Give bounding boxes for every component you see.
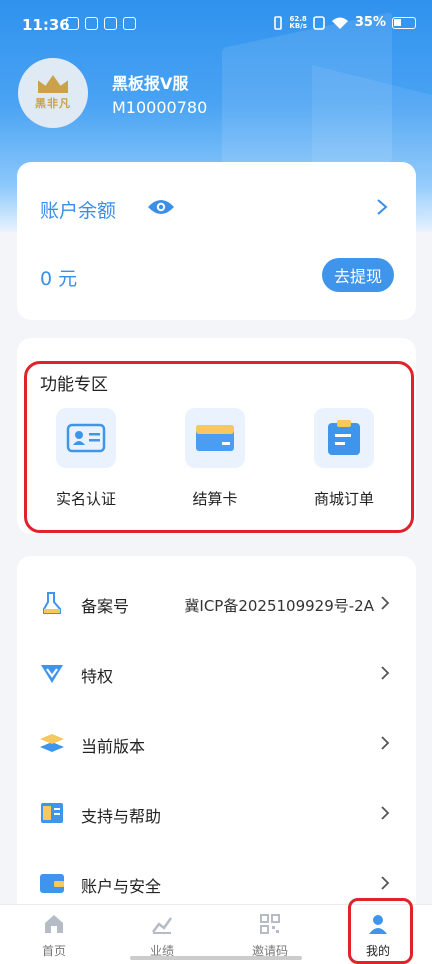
status-right: 62.8 KB/s 35%	[273, 15, 416, 30]
balance-card[interactable]: 账户余额 0 元 去提现	[17, 162, 416, 320]
notification-icon	[66, 17, 79, 30]
network-speed: 62.8 KB/s	[289, 15, 307, 30]
layers-icon	[40, 734, 64, 752]
wifi-icon	[331, 17, 348, 29]
tab-performance[interactable]: 业绩	[108, 913, 216, 959]
menu-label: 当前版本	[81, 737, 146, 756]
user-id: M10000780	[112, 98, 208, 117]
home-icon	[45, 915, 63, 933]
wallet-icon	[40, 874, 64, 893]
menu-label: 账户与安全	[81, 877, 162, 896]
filing-number: 冀ICP备2025109929号-2A	[184, 597, 374, 615]
status-bar: 11:36 62.8 KB/s 35%	[0, 0, 432, 52]
menu-label: 特权	[81, 667, 114, 686]
highlight-box	[348, 898, 413, 964]
eye-icon[interactable]	[147, 198, 175, 216]
qrcode-icon	[260, 914, 280, 934]
notification-icons	[66, 17, 136, 30]
user-name: 黑板报V服	[112, 74, 189, 93]
avatar-logo-text: 黑非凡	[35, 97, 71, 110]
vibrate-icon	[274, 15, 283, 30]
notification-icon	[104, 17, 117, 30]
avatar[interactable]: 黑非凡	[18, 58, 88, 128]
home-indicator	[130, 956, 302, 960]
chart-icon	[152, 917, 173, 934]
status-time: 11:36	[22, 16, 70, 34]
notification-icon	[123, 17, 136, 30]
sim-icon	[313, 15, 325, 30]
tab-label: 首页	[41, 944, 66, 958]
menu-row-help[interactable]: 支持与帮助	[17, 778, 416, 848]
chevron-right-icon	[381, 876, 390, 890]
tab-invite-code[interactable]: 邀请码	[216, 913, 324, 959]
tab-home[interactable]: 首页	[0, 913, 108, 959]
menu-row-privilege[interactable]: 特权	[17, 638, 416, 708]
menu-label: 支持与帮助	[81, 807, 162, 826]
chevron-right-icon	[381, 736, 390, 750]
balance-amount: 0 元	[40, 268, 78, 290]
menu-row-version[interactable]: 当前版本	[17, 708, 416, 778]
privilege-icon	[41, 665, 63, 683]
filing-icon	[43, 592, 61, 614]
speed-unit: KB/s	[289, 21, 307, 30]
battery-percent: 35%	[354, 15, 386, 30]
chevron-right-icon	[381, 806, 390, 820]
crown-logo-icon	[38, 75, 68, 93]
chevron-right-icon	[381, 666, 390, 680]
highlight-box	[24, 361, 414, 533]
menu-card: 备案号 冀ICP备2025109929号-2A 特权 当前版本 支持与帮助 账户…	[17, 556, 416, 916]
chevron-right-icon	[381, 596, 390, 610]
chevron-right-icon[interactable]	[376, 198, 388, 216]
notification-icon	[85, 17, 98, 30]
menu-row-filing[interactable]: 备案号 冀ICP备2025109929号-2A	[17, 568, 416, 638]
battery-icon	[392, 16, 416, 29]
menu-label: 备案号	[81, 597, 130, 616]
help-book-icon	[41, 803, 63, 823]
balance-label: 账户余额	[40, 200, 117, 222]
withdraw-button[interactable]: 去提现	[322, 258, 394, 292]
